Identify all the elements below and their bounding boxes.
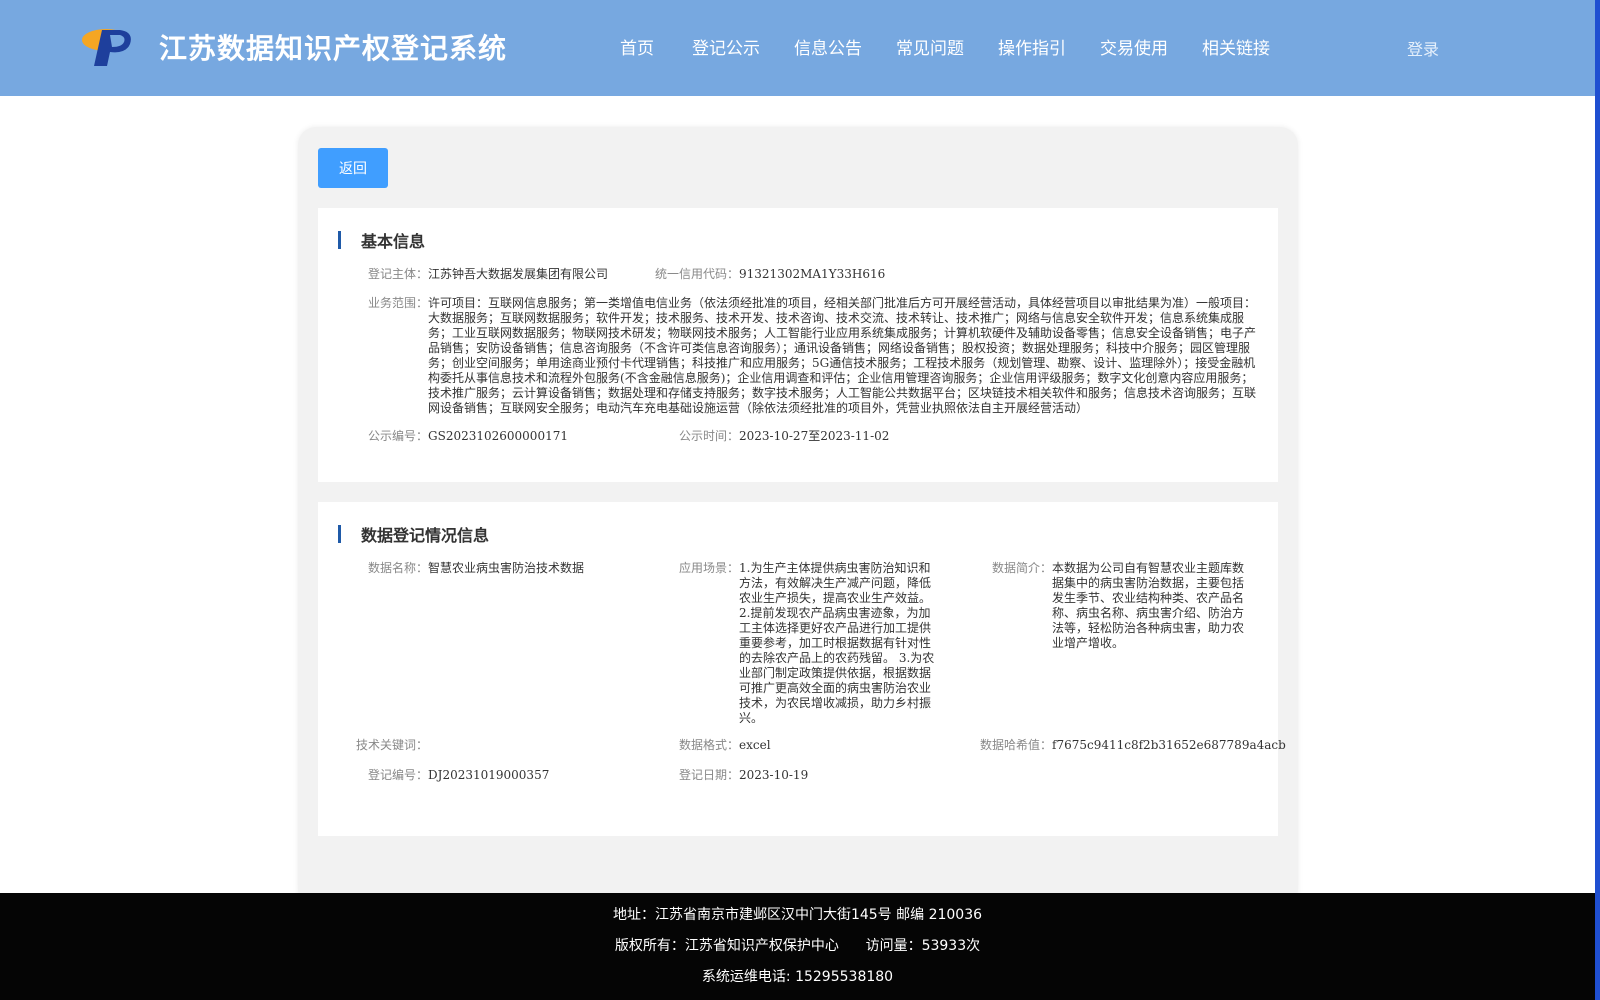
section-marker (338, 525, 341, 543)
business-scope-label: 业务范围： (368, 296, 429, 310)
notice-time-value: 2023-10-27至2023-11-02 (739, 429, 890, 443)
registration-no-label: 登记编号： (368, 768, 429, 782)
main-nav: 首页 登记公示 信息公告 常见问题 操作指引 交易使用 相关链接 (620, 34, 1304, 59)
back-button[interactable]: 返回 (318, 148, 388, 188)
registration-no-value: DJ20231019000357 (428, 768, 550, 782)
credit-code-value: 91321302MA1Y33H616 (739, 267, 886, 281)
basic-info-title: 基本信息 (361, 232, 426, 251)
nav-home[interactable]: 首页 (620, 34, 654, 59)
basic-info-header: 基本信息 (338, 228, 425, 252)
data-intro-value: 本数据为公司自有智慧农业主题库数据集中的病虫害防治数据，主要包括发生季节、农业结… (1052, 561, 1245, 650)
application-scene-label: 应用场景： (679, 561, 740, 575)
application-scene-row: 应用场景： 1.为生产主体提供病虫害防治知识和方法，有效解决生产减产问题，降低农业… (679, 561, 941, 726)
data-intro-label: 数据简介： (992, 561, 1053, 575)
registration-no-row: 登记编号：DJ20231019000357 (368, 768, 549, 783)
registration-date-value: 2023-10-19 (739, 768, 809, 782)
section-marker (338, 231, 341, 249)
data-name-label: 数据名称： (368, 561, 429, 575)
notice-no-label: 公示编号： (368, 429, 429, 443)
nav-guide[interactable]: 操作指引 (998, 34, 1066, 59)
data-format-value: excel (739, 738, 771, 752)
data-format-row: 数据格式：excel (679, 738, 771, 753)
data-name-value: 智慧农业病虫害防治技术数据 (428, 561, 585, 575)
site-header: 江苏数据知识产权登记系统 首页 登记公示 信息公告 常见问题 操作指引 交易使用… (0, 0, 1595, 96)
notice-time-label: 公示时间： (679, 429, 740, 443)
footer-address: 地址：江苏省南京市建邺区汉中门大街145号 邮编 210036 (612, 907, 983, 923)
data-registration-panel: 数据登记情况信息 数据名称： 智慧农业病虫害防治技术数据 应用场景： 1.为生产主体… (318, 502, 1286, 836)
credit-code-label: 统一信用代码： (655, 267, 740, 281)
notice-no-row: 公示编号：GS2023102600000171 (368, 429, 568, 444)
site-footer: 地址：江苏省南京市建邺区汉中门大街145号 邮编 210036 版权所有：江苏省… (0, 893, 1595, 1000)
registration-date-label: 登记日期： (679, 768, 740, 782)
footer-phone: 系统运维电话: 15295538180 (701, 969, 894, 985)
business-scope-value: 许可项目：互联网信息服务；第一类增值电信业务（依法须经批准的项目，经相关部门批准… (428, 296, 1257, 415)
subject-row: 登记主体：江苏钟吾大数据发展集团有限公司 (368, 267, 608, 282)
data-intro-row: 数据简介： 本数据为公司自有智慧农业主题库数据集中的病虫害防治数据，主要包括发生季… (992, 561, 1254, 651)
data-hash-value: f7675c9411c8f2b31652e687789a4acb (1052, 738, 1286, 752)
notice-no-value: GS2023102600000171 (428, 429, 568, 443)
business-scope-row: 业务范围： 许可项目：互联网信息服务；第一类增值电信业务（依法须经批准的项目，经… (368, 296, 1258, 416)
notice-time-row: 公示时间：2023-10-27至2023-11-02 (679, 429, 889, 444)
data-info-title: 数据登记情况信息 (361, 526, 490, 545)
footer-copyright: 版权所有：江苏省知识产权保护中心 访问量：53933次 (614, 938, 981, 954)
registration-date-row: 登记日期：2023-10-19 (679, 768, 808, 783)
nav-related-links[interactable]: 相关链接 (1202, 34, 1270, 59)
detail-card: 返回 基本信息 登记主体：江苏钟吾大数据发展集团有限公司 统一信用代码：9132… (298, 127, 1298, 907)
subject-value: 江苏钟吾大数据发展集团有限公司 (428, 267, 609, 281)
site-logo-icon (82, 29, 131, 66)
tech-keyword-label: 技术关键词： (356, 738, 429, 752)
credit-code-row: 统一信用代码：91321302MA1Y33H616 (655, 267, 885, 282)
tech-keyword-row: 技术关键词： (356, 738, 428, 753)
data-name-row: 数据名称： 智慧农业病虫害防治技术数据 (368, 561, 658, 576)
data-info-header: 数据登记情况信息 (338, 522, 489, 546)
data-hash-label: 数据哈希值： (980, 738, 1053, 752)
nav-registration-notice[interactable]: 登记公示 (692, 34, 760, 59)
data-hash-row: 数据哈希值：f7675c9411c8f2b31652e687789a4acb (980, 738, 1286, 753)
nav-faq[interactable]: 常见问题 (896, 34, 964, 59)
right-edge-bar (1595, 0, 1600, 1000)
application-scene-value: 1.为生产主体提供病虫害防治知识和方法，有效解决生产减产问题，降低农业生产损失，… (739, 561, 935, 725)
data-format-label: 数据格式： (679, 738, 740, 752)
nav-info-announcement[interactable]: 信息公告 (794, 34, 862, 59)
basic-info-panel: 基本信息 登记主体：江苏钟吾大数据发展集团有限公司 统一信用代码：9132130… (318, 208, 1278, 482)
nav-trade-use[interactable]: 交易使用 (1100, 34, 1168, 59)
site-title: 江苏数据知识产权登记系统 (159, 32, 508, 65)
login-link[interactable]: 登录 (1407, 36, 1439, 60)
subject-label: 登记主体： (368, 267, 429, 281)
